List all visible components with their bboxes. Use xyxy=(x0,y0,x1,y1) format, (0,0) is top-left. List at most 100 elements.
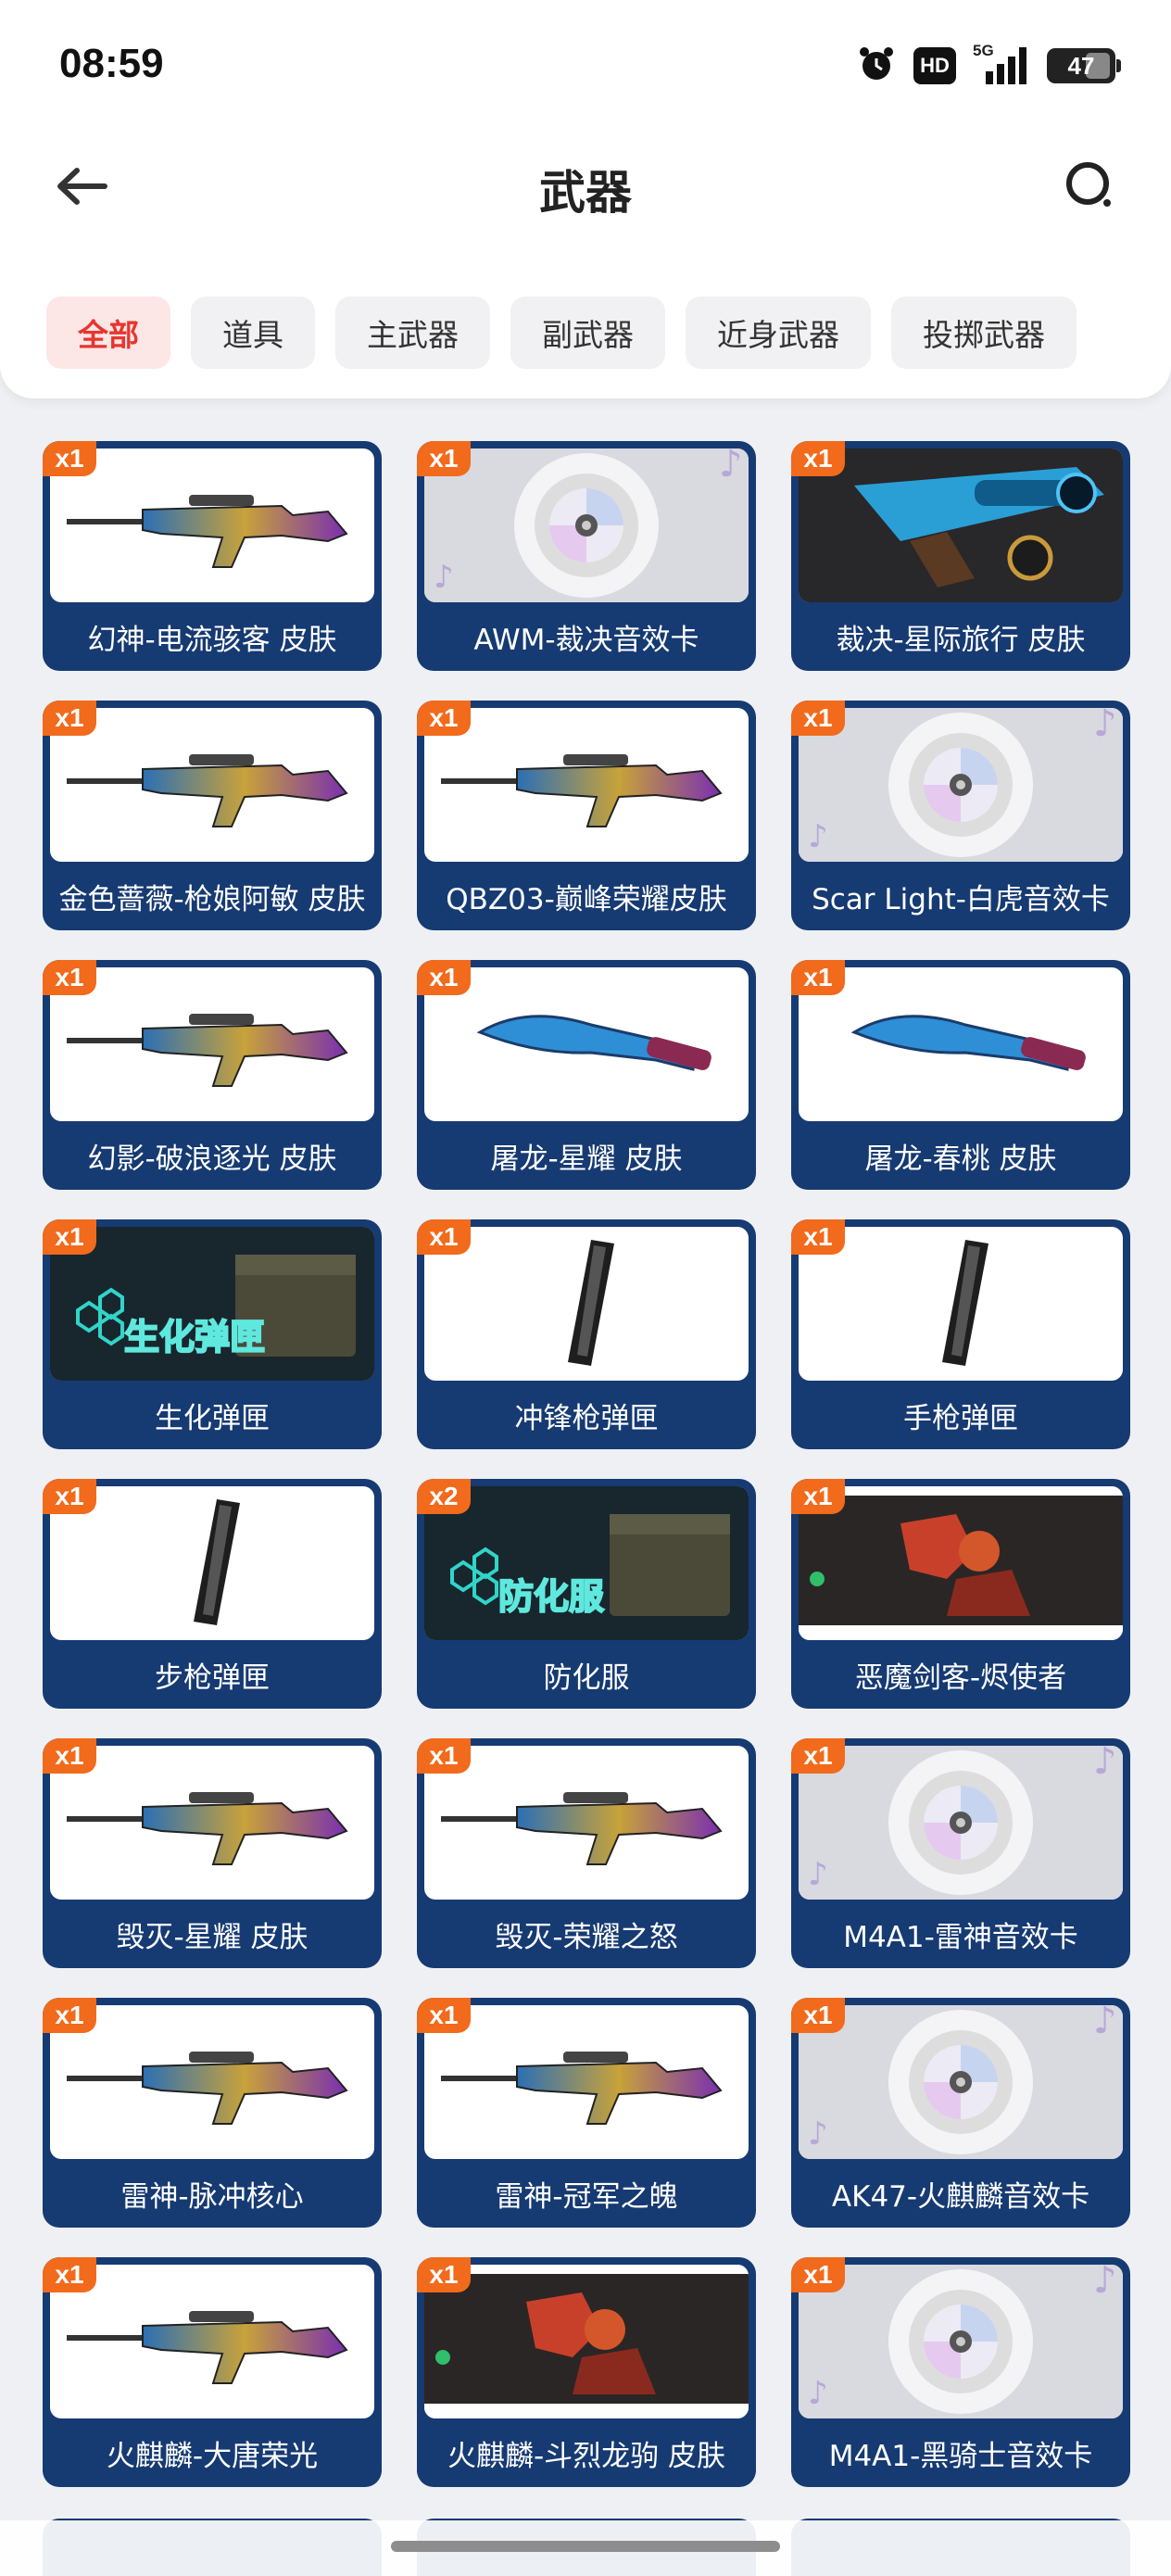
item-name: 幻神-电流骇客 皮肤 xyxy=(87,623,337,657)
item-name: AWM-裁决音效卡 xyxy=(473,623,699,657)
category-tabs: 全部 道具 主武器 副武器 近身武器 投掷武器 xyxy=(46,297,1077,369)
battery-level: 47 xyxy=(1067,51,1095,80)
mag-thumbnail xyxy=(799,1227,1123,1381)
item-grid: x1 幻神-电流骇客 皮肤 ♪ ♪ x1 AWM-裁决音效卡 x1 裁决-星际旅行 皮肤 x1 金… xyxy=(43,441,1132,2487)
svg-text:♪: ♪ xyxy=(808,2115,828,2153)
disc-thumbnail: ♪ ♪ xyxy=(799,2005,1123,2159)
alarm-icon xyxy=(856,44,897,88)
quantity-badge: x1 xyxy=(791,701,845,736)
item-card[interactable]: x1 幻神-电流骇客 皮肤 xyxy=(43,441,382,671)
banner-thumbnail xyxy=(424,2265,749,2418)
item-name: 屠龙-春桃 皮肤 xyxy=(864,1142,1057,1176)
rifle-thumbnail xyxy=(424,2005,749,2159)
signal-icon: 5G xyxy=(973,42,1030,86)
mag-thumbnail xyxy=(424,1227,749,1381)
item-name: 裁决-星际旅行 皮肤 xyxy=(836,623,1086,657)
item-card[interactable]: ♪ ♪ x1 M4A1-雷神音效卡 xyxy=(791,1738,1130,1968)
item-name: 火麒麟-斗烈龙驹 皮肤 xyxy=(447,2439,726,2473)
quantity-badge: x1 xyxy=(43,2257,96,2292)
item-card[interactable]: ♪ ♪ x1 AWM-裁决音效卡 xyxy=(417,441,756,671)
search-button[interactable] xyxy=(1058,154,1123,219)
tab-throwing-weapons[interactable]: 投掷武器 xyxy=(891,297,1077,369)
item-card[interactable]: ♪ ♪ x1 AK47-火麒麟音效卡 xyxy=(791,1998,1130,2228)
disc-thumbnail: ♪ ♪ xyxy=(799,708,1123,862)
quantity-badge: x1 xyxy=(417,441,471,476)
quantity-badge: x1 xyxy=(791,2257,845,2292)
tab-all[interactable]: 全部 xyxy=(46,297,170,369)
tab-secondary-weapons[interactable]: 副武器 xyxy=(510,297,665,369)
item-card[interactable]: x1 步枪弹匣 xyxy=(43,1479,382,1709)
box-thumbnail: 生化弹匣 xyxy=(50,1227,374,1381)
item-card[interactable]: x1 毁灭-荣耀之怒 xyxy=(417,1738,756,1968)
svg-text:♪: ♪ xyxy=(434,559,454,596)
item-card[interactable]: x1 恶魔剑客-烬使者 xyxy=(791,1479,1130,1709)
item-card[interactable]: x1 幻影-破浪逐光 皮肤 xyxy=(43,960,382,1190)
item-card[interactable]: x1 屠龙-星耀 皮肤 xyxy=(417,960,756,1190)
quantity-badge: x1 xyxy=(791,1479,845,1514)
status-time: 08:59 xyxy=(59,41,164,86)
quantity-badge: x1 xyxy=(43,701,96,736)
item-name: AK47-火麒麟音效卡 xyxy=(831,2179,1090,2214)
item-card[interactable]: x1 QBZ03-巅峰荣耀皮肤 xyxy=(417,701,756,930)
hd-icon: HD xyxy=(913,47,956,84)
item-name: 火麒麟-大唐荣光 xyxy=(106,2439,319,2473)
banner-thumbnail xyxy=(799,1486,1123,1640)
quantity-badge: x1 xyxy=(417,1998,471,2033)
svg-text:♪: ♪ xyxy=(808,818,828,855)
quantity-badge: x1 xyxy=(791,1998,845,2033)
quantity-badge: x1 xyxy=(43,441,96,476)
item-card[interactable]: x1 毁灭-星耀 皮肤 xyxy=(43,1738,382,1968)
top-header: 08:59 HD 5G 47 武器 全部 道具 主武器 副武器 近身武器 投掷武… xyxy=(0,0,1171,398)
item-name: 雷神-冠军之魄 xyxy=(495,2179,678,2214)
home-indicator[interactable] xyxy=(391,2541,780,2552)
item-card[interactable]: x1 金色蔷薇-枪娘阿敏 皮肤 xyxy=(43,701,382,930)
quantity-badge: x1 xyxy=(417,1738,471,1774)
rifle-thumbnail xyxy=(50,2005,374,2159)
item-card[interactable]: 生化弹匣 x1 生化弹匣 xyxy=(43,1219,382,1449)
rifle-thumbnail xyxy=(50,708,374,862)
item-card[interactable]: x1 雷神-脉冲核心 xyxy=(43,1998,382,2228)
item-card[interactable]: x1 手枪弹匣 xyxy=(791,1219,1130,1449)
rifle-thumbnail xyxy=(50,967,374,1121)
network-label: 5G xyxy=(973,42,994,59)
tab-melee-weapons[interactable]: 近身武器 xyxy=(686,297,871,369)
item-card[interactable]: ♪ ♪ x1 M4A1-黑骑士音效卡 xyxy=(791,2257,1130,2487)
item-card[interactable]: x1 屠龙-春桃 皮肤 xyxy=(791,960,1130,1190)
knife-thumbnail xyxy=(424,967,749,1121)
quantity-badge: x1 xyxy=(43,1479,96,1514)
item-name: 雷神-脉冲核心 xyxy=(120,2179,304,2214)
svg-text:♪: ♪ xyxy=(1093,2005,1117,2042)
item-card[interactable]: x1 冲锋枪弹匣 xyxy=(417,1219,756,1449)
item-card[interactable]: ♪ ♪ x1 Scar Light-白虎音效卡 xyxy=(791,701,1130,930)
item-name: 屠龙-星耀 皮肤 xyxy=(490,1142,683,1176)
item-card[interactable]: x1 火麒麟-大唐荣光 xyxy=(43,2257,382,2487)
quantity-badge: x1 xyxy=(417,2257,471,2292)
item-card[interactable]: 防化服 x2 防化服 xyxy=(417,1479,756,1709)
quantity-badge: x1 xyxy=(791,1219,845,1255)
disc-thumbnail: ♪ ♪ xyxy=(799,2265,1123,2418)
item-name: 恶魔剑客-烬使者 xyxy=(854,1661,1067,1695)
quantity-badge: x1 xyxy=(43,960,96,995)
quantity-badge: x1 xyxy=(43,1219,96,1255)
tab-props[interactable]: 道具 xyxy=(191,297,315,369)
rifle-thumbnail xyxy=(424,708,749,862)
quantity-badge: x1 xyxy=(791,441,845,476)
item-card[interactable]: x1 火麒麟-斗烈龙驹 皮肤 xyxy=(417,2257,756,2487)
item-name: M4A1-黑骑士音效卡 xyxy=(828,2439,1093,2473)
mag-thumbnail xyxy=(50,1486,374,1640)
item-name: 生化弹匣 xyxy=(155,1401,270,1435)
item-name: M4A1-雷神音效卡 xyxy=(843,1920,1078,1954)
item-name: Scar Light-白虎音效卡 xyxy=(812,882,1110,916)
knife-thumbnail xyxy=(799,967,1123,1121)
rifle-thumbnail xyxy=(50,2265,374,2418)
tab-primary-weapons[interactable]: 主武器 xyxy=(335,297,490,369)
item-card[interactable]: x1 雷神-冠军之魄 xyxy=(417,1998,756,2228)
item-name: QBZ03-巅峰荣耀皮肤 xyxy=(446,882,727,916)
svg-text:♪: ♪ xyxy=(808,1856,828,1893)
quantity-badge: x1 xyxy=(791,1738,845,1774)
quantity-badge: x1 xyxy=(417,701,471,736)
item-name: 毁灭-荣耀之怒 xyxy=(495,1920,678,1954)
item-card[interactable]: x1 裁决-星际旅行 皮肤 xyxy=(791,441,1130,671)
box-thumbnail: 防化服 xyxy=(424,1486,749,1640)
disc-thumbnail: ♪ ♪ xyxy=(424,448,749,602)
